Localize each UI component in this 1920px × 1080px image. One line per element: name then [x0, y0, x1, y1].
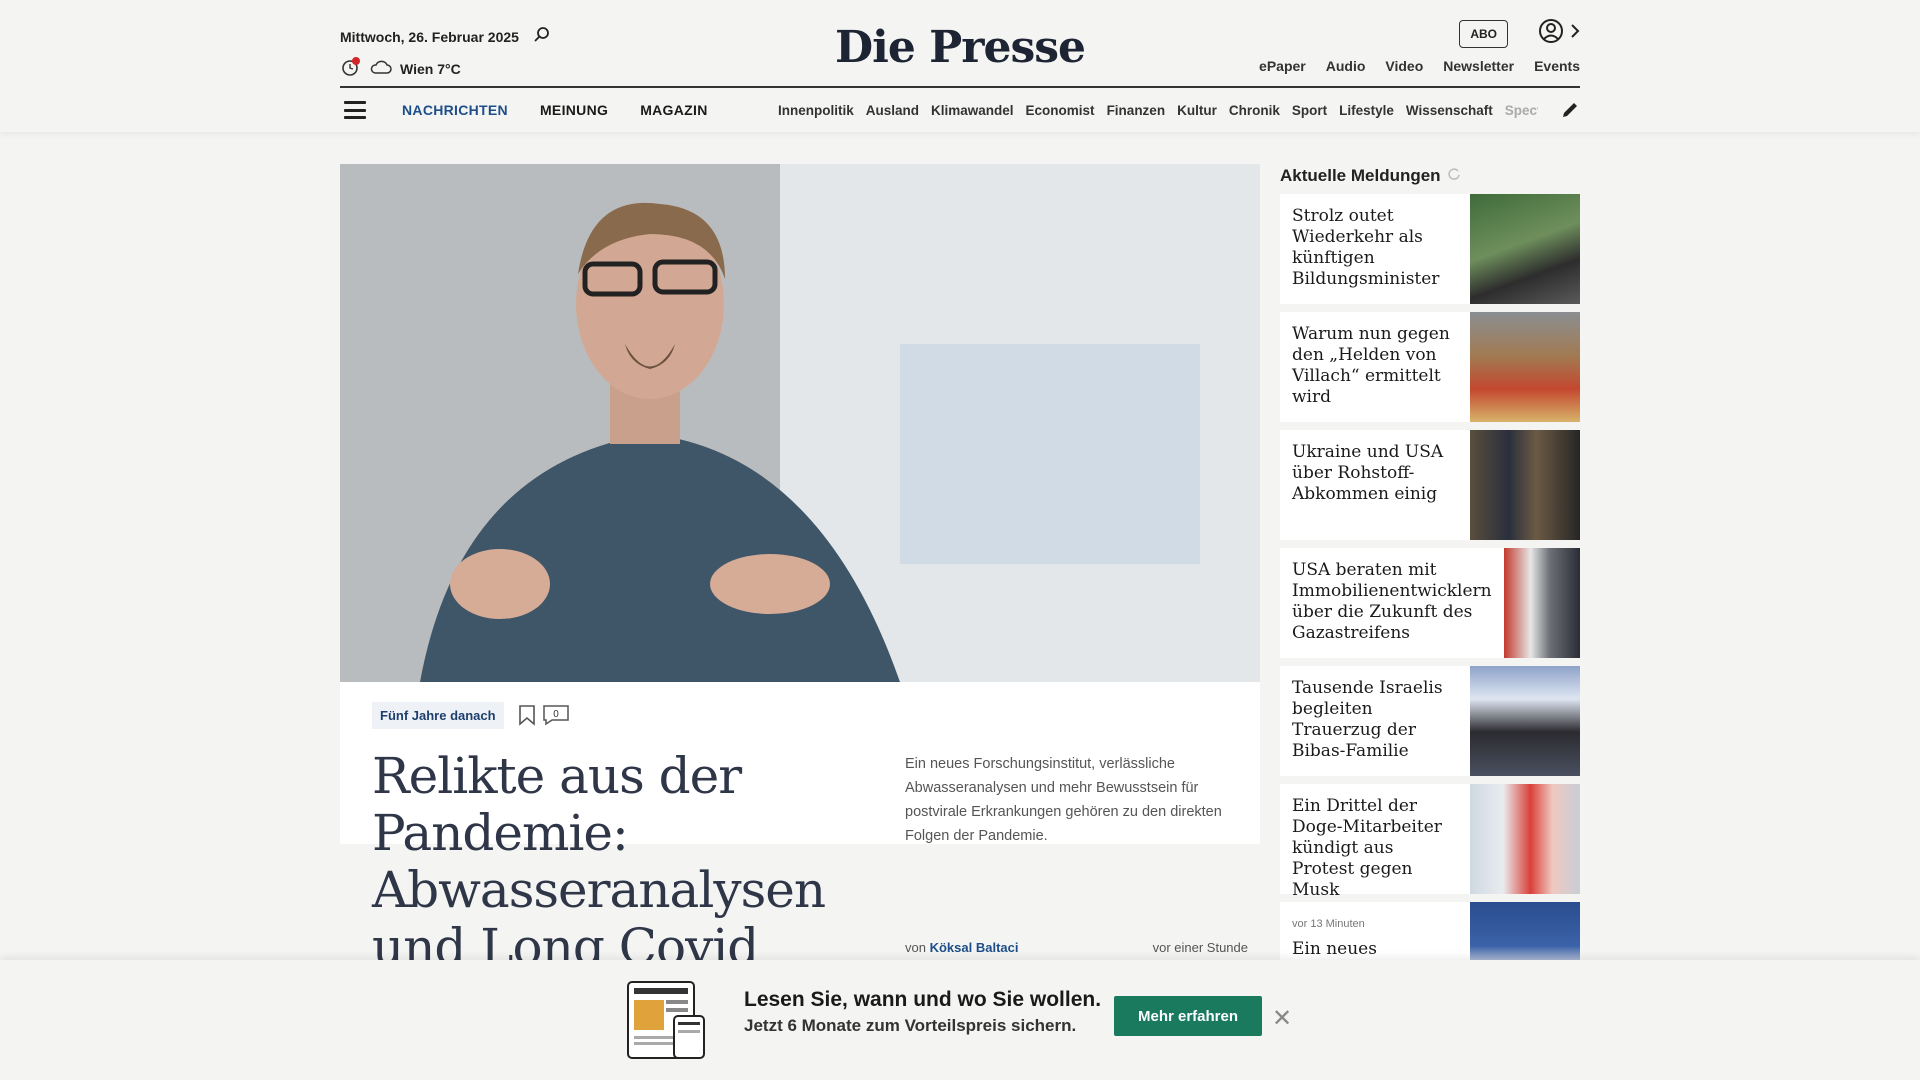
article-time: vor einer Stunde — [1152, 940, 1248, 955]
nav-chronik[interactable]: Chronik — [1229, 103, 1280, 118]
list-item-title[interactable]: Ein Drittel der Doge-Mitarbeiter kündigt… — [1280, 784, 1470, 900]
comment-count: 0 — [553, 709, 559, 720]
nav-ausland[interactable]: Ausland — [866, 103, 919, 118]
subscription-banner: Lesen Sie, wann und wo Sie wollen. Jetzt… — [0, 960, 1920, 1080]
nav-magazin[interactable]: MAGAZIN — [640, 102, 707, 118]
chevron-right-icon[interactable] — [1570, 23, 1580, 44]
close-icon[interactable]: ✕ — [1272, 1004, 1292, 1033]
list-item-title[interactable]: USA beraten mit Immobilienentwicklern üb… — [1280, 548, 1504, 658]
hero-article[interactable]: Fünf Jahre danach 0 Relikte aus der Pand… — [340, 164, 1260, 976]
nav-meinung[interactable]: MEINUNG — [540, 102, 608, 118]
sidebar-title-text: Aktuelle Meldungen — [1280, 166, 1441, 185]
refresh-icon — [1447, 166, 1461, 186]
main-navigation: NACHRICHTEN MEINUNG MAGAZIN Innenpolitik… — [340, 88, 1580, 132]
list-item[interactable]: Ukraine und USA über Rohstoff-Abkommen e… — [1280, 430, 1580, 540]
user-icon[interactable] — [1538, 18, 1564, 49]
article-byline: von Köksal Baltaci — [905, 940, 1018, 955]
link-audio[interactable]: Audio — [1326, 58, 1366, 74]
nav-wissenschaft[interactable]: Wissenschaft — [1406, 103, 1493, 118]
nav-economist[interactable]: Economist — [1026, 103, 1095, 118]
nav-klimawandel[interactable]: Klimawandel — [931, 103, 1014, 118]
nav-kultur[interactable]: Kultur — [1177, 103, 1217, 118]
list-item-title[interactable]: Tausende Israelis begleiten Trauerzug de… — [1280, 666, 1470, 776]
news-list: Strolz outet Wiederkehr als künftigen Bi… — [1280, 194, 1580, 1020]
thumbnail-image[interactable] — [1503, 548, 1580, 658]
abo-button[interactable]: ABO — [1459, 20, 1508, 48]
menu-icon[interactable] — [344, 101, 366, 119]
nav-spectrum[interactable]: Spectr — [1505, 103, 1538, 118]
link-newsletter[interactable]: Newsletter — [1443, 58, 1514, 74]
site-header: Mittwoch, 26. Februar 2025 Wien 7°C Die … — [0, 0, 1920, 132]
list-item-title[interactable]: Warum nun gegen den „Helden von Villach“… — [1280, 312, 1470, 422]
epaper-device-image — [626, 980, 706, 1060]
pencil-icon[interactable] — [1560, 100, 1580, 125]
list-item[interactable]: Warum nun gegen den „Helden von Villach“… — [1280, 312, 1580, 422]
list-item-title[interactable]: Strolz outet Wiederkehr als künftigen Bi… — [1280, 194, 1470, 304]
sidebar-title: Aktuelle Meldungen — [1280, 166, 1461, 186]
banner-headline: Lesen Sie, wann und wo Sie wollen. — [744, 988, 1102, 1011]
nav-innenpolitik[interactable]: Innenpolitik — [778, 103, 854, 118]
thumbnail-image[interactable] — [1470, 194, 1580, 304]
banner-subline: Jetzt 6 Monate zum Vorteilspreis sichern… — [744, 1016, 1077, 1035]
account-menu[interactable] — [1538, 18, 1580, 49]
list-item-time: vor 13 Minuten — [1292, 918, 1365, 930]
author-link[interactable]: Köksal Baltaci — [930, 940, 1019, 955]
list-item[interactable]: Ein Drittel der Doge-Mitarbeiter kündigt… — [1280, 784, 1580, 900]
thumbnail-image[interactable] — [1470, 784, 1580, 894]
list-item-title[interactable]: Ukraine und USA über Rohstoff-Abkommen e… — [1280, 430, 1470, 540]
article-tag[interactable]: Fünf Jahre danach — [372, 702, 504, 729]
nav-finanzen[interactable]: Finanzen — [1107, 103, 1166, 118]
link-video[interactable]: Video — [1385, 58, 1423, 74]
article-teaser: Ein neues Forschungsinstitut, verlässlic… — [905, 756, 1222, 844]
nav-sport[interactable]: Sport — [1292, 103, 1327, 118]
link-events[interactable]: Events — [1534, 58, 1580, 74]
list-item[interactable]: Tausende Israelis begleiten Trauerzug de… — [1280, 666, 1580, 776]
section-nav: Innenpolitik Ausland Klimawandel Economi… — [778, 88, 1538, 132]
nav-lifestyle[interactable]: Lifestyle — [1339, 103, 1394, 118]
nav-nachrichten[interactable]: NACHRICHTEN — [402, 102, 508, 118]
comment-button[interactable]: 0 — [542, 704, 570, 729]
bookmark-icon[interactable] — [518, 704, 536, 731]
list-item[interactable]: Strolz outet Wiederkehr als künftigen Bi… — [1280, 194, 1580, 304]
hero-image[interactable] — [340, 164, 1260, 682]
article-headline[interactable]: Relikte aus der Pandemie: Abwasseranalys… — [372, 748, 842, 976]
byline-prefix: von — [905, 940, 926, 955]
banner-text: Lesen Sie, wann und wo Sie wollen. Jetzt… — [744, 988, 1101, 1036]
mehr-erfahren-button[interactable]: Mehr erfahren — [1114, 996, 1262, 1036]
thumbnail-image[interactable] — [1470, 312, 1580, 422]
link-epaper[interactable]: ePaper — [1259, 58, 1306, 74]
thumbnail-image[interactable] — [1470, 430, 1580, 540]
list-item[interactable]: USA beraten mit Immobilienentwicklern üb… — [1280, 548, 1580, 658]
top-links: ePaper Audio Video Newsletter Events — [1259, 58, 1580, 74]
thumbnail-image[interactable] — [1470, 666, 1580, 776]
